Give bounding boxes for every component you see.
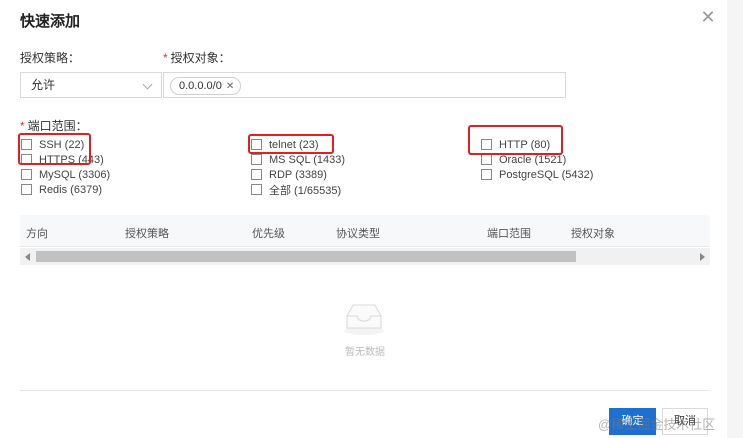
column-header: 优先级 bbox=[252, 228, 285, 240]
checkbox-box[interactable] bbox=[251, 169, 262, 180]
empty-inbox-icon bbox=[341, 300, 387, 336]
target-label: 授权对象： bbox=[170, 51, 231, 65]
horizontal-scrollbar[interactable] bbox=[20, 248, 710, 265]
scroll-right-icon[interactable] bbox=[700, 253, 705, 261]
port-option-label: PostgreSQL (5432) bbox=[499, 168, 594, 181]
column-header: 授权策略 bbox=[125, 228, 169, 240]
policy-select-value: 允许 bbox=[31, 78, 56, 92]
highlight-box bbox=[468, 125, 563, 155]
column-header: 授权对象 bbox=[571, 228, 615, 240]
rules-table-header: 方向 授权策略 优先级 协议类型 端口范围 授权对象 bbox=[20, 215, 710, 247]
target-tag: 0.0.0.0/0 ✕ bbox=[170, 77, 242, 95]
port-checkbox-mysql[interactable]: MySQL (3306) bbox=[21, 167, 110, 182]
port-checkbox-postgresql[interactable]: PostgreSQL (5432) bbox=[481, 167, 593, 182]
port-option-label: RDP (3389) bbox=[269, 168, 327, 181]
port-checkbox-redis[interactable]: Redis (6379) bbox=[21, 182, 110, 197]
required-mark: * bbox=[20, 119, 25, 133]
port-option-label: Oracle (1521) bbox=[499, 153, 567, 166]
dialog-title: 快速添加 bbox=[20, 13, 81, 30]
port-option-label: Redis (6379) bbox=[39, 183, 102, 196]
target-input[interactable]: 0.0.0.0/0 ✕ bbox=[163, 72, 566, 98]
divider bbox=[20, 390, 710, 391]
watermark: @稀土掘金技术社区 bbox=[598, 417, 716, 432]
policy-select[interactable]: 允许 bbox=[20, 72, 162, 98]
checkbox-box[interactable] bbox=[481, 154, 492, 165]
port-option-label: MySQL (3306) bbox=[39, 168, 111, 181]
port-checkbox-rdp[interactable]: RDP (3389) bbox=[251, 167, 345, 182]
chevron-down-icon bbox=[142, 79, 153, 90]
ports-label-wrap: * 端口范围： bbox=[20, 117, 88, 134]
highlight-box bbox=[248, 134, 334, 154]
checkbox-box[interactable] bbox=[481, 169, 492, 180]
highlight-box bbox=[18, 133, 91, 165]
port-option-label: MS SQL (1433) bbox=[269, 153, 346, 166]
checkbox-box[interactable] bbox=[21, 169, 32, 180]
close-icon[interactable]: ✕ bbox=[700, 8, 716, 26]
required-mark: * bbox=[163, 51, 168, 65]
target-label-wrap: * 授权对象： bbox=[163, 49, 231, 66]
checkbox-box[interactable] bbox=[251, 184, 262, 195]
port-checkbox-mssql[interactable]: MS SQL (1433) bbox=[251, 152, 345, 167]
tag-close-icon[interactable]: ✕ bbox=[226, 81, 234, 92]
scroll-left-icon[interactable] bbox=[25, 253, 30, 261]
port-checkbox-all[interactable]: 全部 (1/65535) bbox=[251, 182, 345, 197]
column-header: 端口范围 bbox=[487, 228, 531, 240]
checkbox-box[interactable] bbox=[21, 184, 32, 195]
port-option-label: 全部 (1/65535) bbox=[269, 184, 342, 197]
ports-label: 端口范围： bbox=[27, 119, 88, 133]
scrollbar-thumb[interactable] bbox=[36, 251, 576, 262]
column-header: 方向 bbox=[26, 228, 48, 240]
checkbox-box[interactable] bbox=[251, 154, 262, 165]
policy-label: 授权策略： bbox=[20, 51, 81, 65]
target-tag-text: 0.0.0.0/0 bbox=[179, 80, 222, 92]
empty-text: 暂无数据 bbox=[345, 347, 385, 358]
vertical-scrollbar[interactable] bbox=[727, 0, 743, 438]
column-header: 协议类型 bbox=[336, 228, 380, 240]
